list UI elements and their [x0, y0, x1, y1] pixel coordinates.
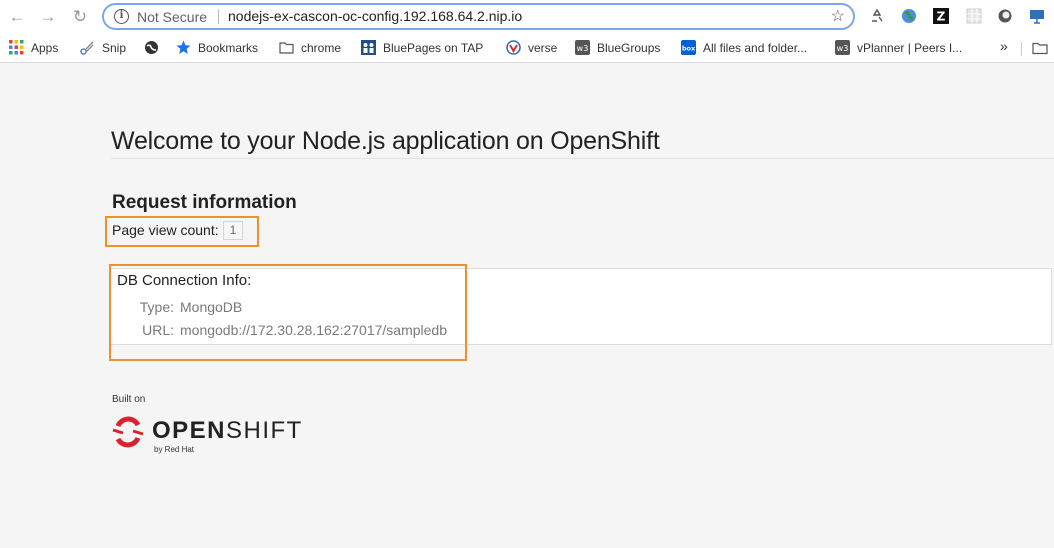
bookmark-label: verse: [528, 41, 558, 55]
address-bar[interactable]: i Not Secure nodejs-ex-cascon-oc-config.…: [102, 3, 855, 30]
bookmark-bluegroups[interactable]: w3 BlueGroups: [575, 40, 660, 56]
browser-toolbar: ← → ↻ i Not Secure nodejs-ex-cascon-oc-c…: [0, 0, 1054, 33]
bookmark-label: chrome: [301, 41, 342, 55]
reload-icon[interactable]: ↻: [69, 6, 91, 28]
wordmark-bold: OPEN: [152, 417, 227, 444]
bookmark-bluepages[interactable]: BluePages on TAP: [361, 40, 483, 56]
bookmark-snip[interactable]: Snip: [80, 40, 126, 56]
box-icon: box: [681, 40, 696, 55]
svg-text:w3: w3: [837, 44, 849, 53]
folder-icon: [279, 42, 294, 54]
forward-arrow-icon[interactable]: →: [37, 6, 59, 28]
bookmark-label: Bookmarks: [198, 41, 259, 55]
openshift-logo-icon: [112, 416, 144, 448]
svg-text:Z: Z: [937, 10, 946, 24]
bookmark-vplanner[interactable]: w3 vPlanner | Peers I...: [835, 40, 962, 56]
db-type-label: Type:: [139, 299, 174, 315]
globe-extension-icon[interactable]: [901, 8, 917, 24]
page-title: Welcome to your Node.js application on O…: [111, 127, 660, 155]
verse-icon: [506, 40, 521, 55]
title-divider: [111, 158, 1054, 159]
circle-extension-icon[interactable]: [997, 8, 1013, 24]
bookmark-apps[interactable]: Apps: [9, 40, 58, 56]
db-type-row: Type: MongoDB: [136, 299, 243, 315]
zotero-extension-icon[interactable]: Z: [933, 8, 949, 24]
openshift-wordmark: OPENSHIFT: [152, 417, 303, 445]
db-url-row: URL: mongodb://172.30.28.162:27017/sample…: [136, 322, 447, 338]
bookmark-label: BlueGroups: [597, 41, 661, 55]
section-title: Request information: [112, 192, 297, 213]
globe-icon: [145, 41, 158, 54]
bookmark-chrome-folder[interactable]: chrome: [279, 40, 341, 56]
svg-text:box: box: [682, 45, 696, 53]
bookmark-label: Apps: [31, 41, 59, 55]
bookmark-star-icon[interactable]: ☆: [831, 6, 845, 26]
other-bookmarks-folder-icon[interactable]: [1032, 40, 1048, 56]
bookmark-label: vPlanner | Peers I...: [857, 41, 963, 55]
back-arrow-icon[interactable]: ←: [6, 6, 28, 28]
bookmark-label: Snip: [102, 41, 127, 55]
bookmark-verse[interactable]: verse: [506, 40, 557, 56]
bookmark-box-files[interactable]: box All files and folder...: [681, 40, 807, 56]
recycle-extension-icon[interactable]: [869, 8, 885, 24]
bookmarks-divider: [1021, 42, 1022, 56]
openshift-byline: by Red Hat: [154, 445, 195, 454]
w3-icon: w3: [835, 40, 850, 55]
bookmark-label: BluePages on TAP: [383, 41, 484, 55]
omnibox-divider: [218, 9, 219, 24]
star-icon: [176, 40, 191, 54]
db-type-value: MongoDB: [180, 299, 243, 315]
bookmarks-bar: Apps Snip Bookmarks chrome BluePages on …: [0, 33, 1054, 63]
bookmark-globe[interactable]: [144, 40, 166, 56]
screen-extension-icon[interactable]: [1029, 8, 1045, 24]
page-view-count-label: Page view count:: [112, 222, 219, 238]
db-url-value: mongodb://172.30.28.162:27017/sampledb: [180, 322, 447, 338]
apps-grid-icon: [9, 40, 24, 55]
bluepages-icon: [361, 40, 376, 55]
built-on-label: Built on: [112, 394, 146, 405]
grid-extension-icon[interactable]: [966, 8, 982, 24]
security-label: Not Secure: [137, 9, 208, 25]
db-url-label: URL:: [142, 322, 174, 338]
w3-icon: w3: [575, 40, 590, 55]
svg-text:w3: w3: [577, 44, 589, 53]
bookmark-bookmarks[interactable]: Bookmarks: [176, 40, 258, 56]
url-text[interactable]: nodejs-ex-cascon-oc-config.192.168.64.2.…: [228, 8, 522, 24]
bookmarks-overflow-button[interactable]: »: [1000, 38, 1008, 54]
info-icon[interactable]: i: [114, 9, 129, 24]
db-connection-title: DB Connection Info:: [117, 272, 252, 289]
page-view-count-badge: 1: [223, 221, 243, 240]
scissors-icon: [80, 41, 94, 55]
bookmark-label: All files and folder...: [703, 41, 808, 55]
wordmark-light: SHIFT: [226, 417, 303, 444]
